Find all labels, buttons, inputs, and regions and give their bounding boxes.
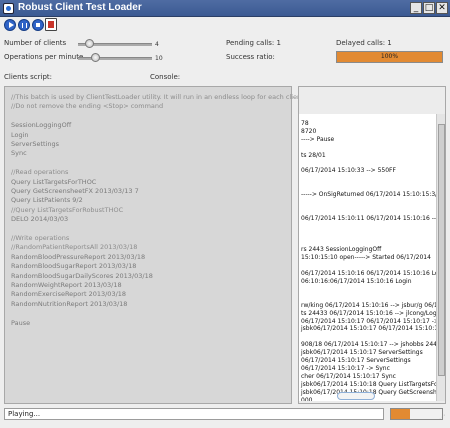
script-line: RandomBloodPressureReport 2013/03/18 <box>11 252 146 261</box>
script-line: RandomBloodSugarDailyScores 2013/03/18 <box>11 271 153 280</box>
console-line: rw/king 06/17/2014 15:10:16 --> jsbur/g … <box>301 301 438 309</box>
ops-slider[interactable] <box>78 53 152 63</box>
script-line: Sync <box>11 149 27 158</box>
slider-track <box>78 57 152 60</box>
console-line: 06/17/2014 15:10:17 -> Sync <box>301 364 390 372</box>
delayed-calls: Delayed calls: 1 <box>336 39 392 47</box>
console-label: Console: <box>150 73 181 81</box>
close-button[interactable]: ✕ <box>436 2 448 14</box>
console-output[interactable]: 78 8720 ----> Pause ts 28/01 06/17/2014 15:1… <box>299 114 438 401</box>
ops-label: Operations per minute <box>4 53 84 61</box>
console-line: 06/17/2014 15:10:17 ServerSettings <box>301 357 411 364</box>
console-line: 78 <box>301 120 309 127</box>
script-line: //Read operations <box>11 168 69 177</box>
status-bar: Playing... ⋰ <box>0 406 450 422</box>
scroll-thumb[interactable] <box>438 124 445 376</box>
script-line: DELO 2014/03/03 <box>11 215 69 224</box>
stop-icon[interactable] <box>32 19 44 31</box>
console-line: 000 <box>301 396 313 402</box>
console-line: 8720 <box>301 127 317 135</box>
console-line: ----> Pause <box>301 135 335 143</box>
console-line: jsbk06/17/2014 15:10:17 ServerSettings <box>301 349 423 357</box>
exit-icon[interactable] <box>45 18 57 31</box>
console-line: cher 06/17/2014 15:10:17 Sync <box>301 372 396 380</box>
console-vscrollbar[interactable] <box>436 114 445 401</box>
resize-grip-icon[interactable]: ⋰ <box>439 414 447 421</box>
window-title: Robust Client Test Loader <box>18 2 142 13</box>
pending-calls: Pending calls: 1 <box>226 39 281 47</box>
console-line: rs 2443 SessionLoggingOff <box>301 246 382 254</box>
script-line: RandomExerciseReport 2013/03/18 <box>11 290 127 299</box>
console-line: 06/17/2014 15:10:16 06/17/2014 15:10:16 … <box>301 270 438 278</box>
console-line: jsbk06/17/2014 15:10:17 06/17/2014 15:10… <box>301 325 438 333</box>
script-label: Clients script: <box>4 73 53 81</box>
script-editor[interactable]: //This batch is used by ClientTestLoader… <box>4 86 304 404</box>
clients-slider[interactable] <box>78 39 152 49</box>
script-line: RandomNutritionReport 2013/03/18 <box>11 299 128 308</box>
slider-knob[interactable] <box>85 39 94 48</box>
status-progress <box>390 408 443 420</box>
script-line: Query ListPatients 9/2 <box>11 196 83 205</box>
console-line: ts 24433 06/17/2014 15:10:16 --> jlcong/… <box>301 309 438 317</box>
pause-icon[interactable] <box>18 19 30 31</box>
success-text: 100% <box>380 53 399 60</box>
script-line: Login <box>11 130 29 139</box>
script-line: //This batch is used by ClientTestLoader… <box>11 93 304 101</box>
console-line: 15:10:15:10 open-----> Started 06/17/201… <box>301 254 431 262</box>
status-fill <box>391 409 411 419</box>
title-bar: Robust Client Test Loader _ □ ✕ <box>0 0 450 17</box>
toolbar <box>0 17 450 35</box>
status-text: Playing... <box>8 410 41 418</box>
console-line: jsbk06/17/2014 15:10:18 Query ListTarget… <box>301 380 438 388</box>
console-panel: 78 8720 ----> Pause ts 28/01 06/17/2014 15:1… <box>298 86 446 404</box>
success-label: Success ratio: <box>226 53 275 61</box>
script-line: RandomWeightReport 2013/03/18 <box>11 281 122 289</box>
script-line: Query GetScreensheetFX 2013/03/13 7 <box>11 187 139 195</box>
success-progress: 100% <box>336 51 443 63</box>
slider-knob[interactable] <box>91 53 100 62</box>
console-hscroll-thumb[interactable] <box>337 392 375 400</box>
maximize-button[interactable]: □ <box>423 2 435 14</box>
script-line: //Do not remove the ending <Stop> comman… <box>11 102 164 111</box>
status-field: Playing... <box>4 408 384 420</box>
script-line: //Query ListTargetsForRobustTHOC <box>11 205 124 214</box>
console-line: 06/17/2014 15:10:33 --> 550FF <box>301 167 396 175</box>
console-line: 06:10:16:06/17/2014 15:10:16 Login <box>301 278 412 285</box>
console-line: ts 28/01 <box>301 151 326 159</box>
console-line: -----> OnSigReturned 06/17/2014 15:10:15… <box>301 191 438 199</box>
script-line: ServerSettings <box>11 140 59 148</box>
app-icon <box>3 3 14 14</box>
console-line: 06/17/2014 15:10:11 06/17/2014 15:10:16 … <box>301 214 438 222</box>
console-line: 06/17/2014 15:10:17 06/17/2014 15:10:17 … <box>301 317 438 325</box>
script-line: //Write operations <box>11 234 70 242</box>
ops-value: 10 <box>155 55 163 62</box>
script-line: //RandomPatientReportsAll 2013/03/18 <box>11 243 138 252</box>
console-line: 908/18 06/17/2014 15:10:17 --> jshobbs 2… <box>301 341 438 349</box>
play-icon[interactable] <box>4 19 16 31</box>
clients-label: Number of clients <box>4 39 67 47</box>
script-line: Query ListTargetsForTHOC <box>11 177 97 186</box>
script-line: Pause <box>11 318 31 327</box>
script-line: SessionLoggingOff <box>11 121 72 130</box>
clients-value: 4 <box>155 41 159 48</box>
script-line: RandomBloodSugarReport 2013/03/18 <box>11 262 137 271</box>
minimize-button[interactable]: _ <box>410 2 422 14</box>
